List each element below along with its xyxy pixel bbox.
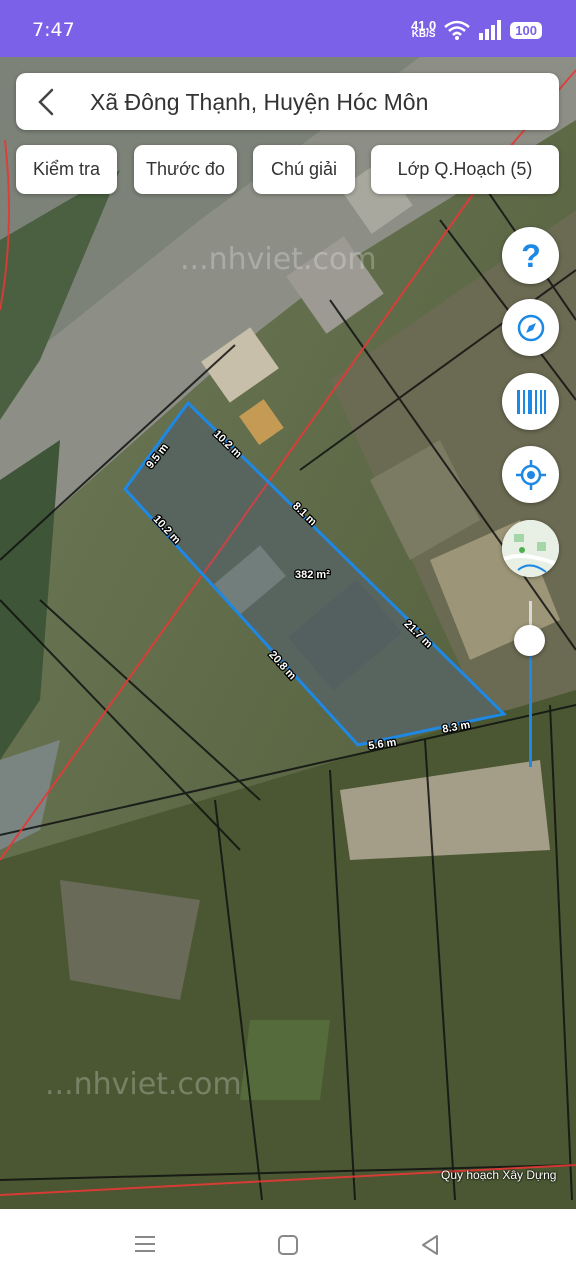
planning-layer-button[interactable]: Lớp Q.Hoạch (5) — [371, 145, 559, 194]
map-watermark: ...nhviet.com — [45, 1067, 242, 1102]
location-title[interactable]: Xã Đông Thạnh, Huyện Hóc Môn — [90, 89, 428, 116]
map-canvas[interactable]: 10.2 m 9.5 m 10.2 m 8.1 m 21.7 m 20.8 m … — [0, 57, 576, 1209]
compass-icon — [517, 314, 544, 341]
parcel-area-label: 382 m² — [295, 569, 330, 581]
help-button[interactable]: ? — [502, 227, 559, 284]
legend-button[interactable]: Chú giải — [253, 145, 355, 194]
location-search-bar[interactable]: Xã Đông Thạnh, Huyện Hóc Môn — [16, 73, 559, 130]
menu-icon[interactable] — [134, 1234, 156, 1254]
back-icon[interactable] — [420, 1234, 440, 1256]
home-icon[interactable] — [277, 1234, 299, 1256]
back-arrow-icon[interactable] — [36, 87, 56, 117]
network-speed-unit: KB/S — [411, 29, 436, 40]
map-credit: Quy hoạch Xây Dựng — [441, 1168, 557, 1182]
battery-indicator: 100 — [510, 21, 542, 39]
status-bar: 7:47 41.0 KB/S 100 — [0, 0, 576, 57]
map-watermark: ...nhviet.com — [180, 242, 377, 277]
barcode-icon — [516, 389, 546, 414]
check-button[interactable]: Kiểm tra — [16, 145, 117, 194]
signal-icon — [479, 20, 502, 40]
network-speed: 41.0 KB/S — [411, 19, 436, 40]
map-layer-thumbnail — [502, 520, 559, 577]
status-indicators: 41.0 KB/S 100 — [411, 19, 542, 40]
compass-button[interactable] — [502, 299, 559, 356]
satellite-map[interactable]: 10.2 m 9.5 m 10.2 m 8.1 m 21.7 m 20.8 m … — [0, 57, 576, 1209]
help-icon: ? — [521, 239, 541, 273]
my-location-button[interactable] — [502, 446, 559, 503]
my-location-icon — [515, 459, 546, 490]
zoom-slider-fill — [529, 640, 532, 767]
svg-text:?: ? — [521, 239, 541, 273]
barcode-scan-button[interactable] — [502, 373, 559, 430]
map-layer-button[interactable] — [502, 520, 559, 577]
wifi-icon — [444, 20, 471, 40]
measure-button[interactable]: Thước đo — [134, 145, 237, 194]
system-nav-bar — [0, 1209, 576, 1280]
zoom-slider-thumb[interactable] — [514, 625, 545, 656]
status-time: 7:47 — [32, 19, 75, 41]
